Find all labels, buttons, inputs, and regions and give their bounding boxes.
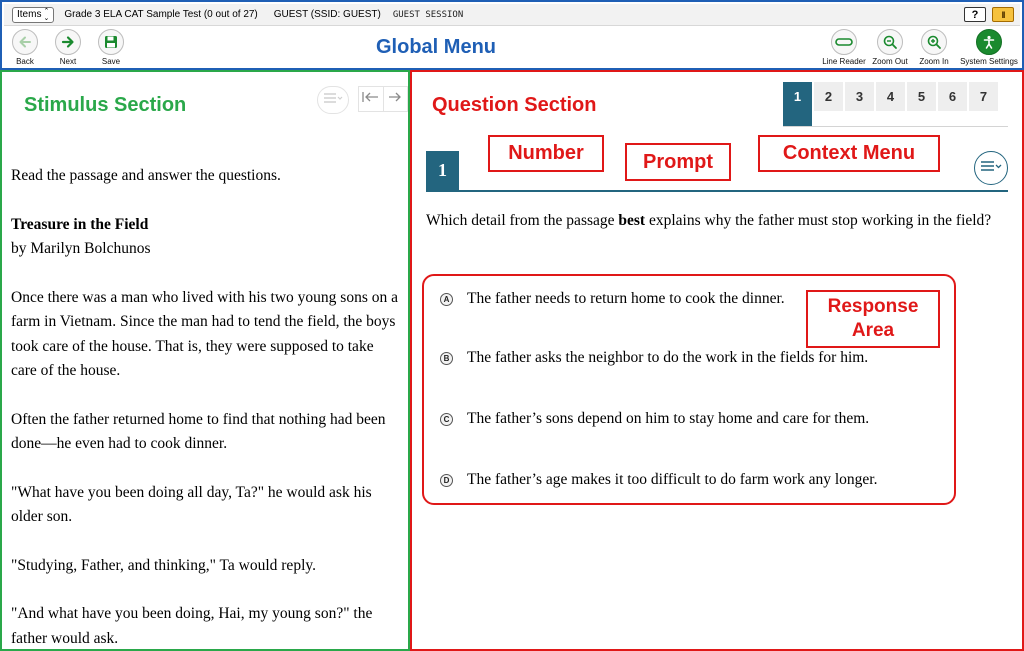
stimulus-passage: Read the passage and answer the question… xyxy=(11,164,403,649)
back-arrow-icon xyxy=(12,29,38,55)
prompt-annotation: Prompt xyxy=(625,143,731,181)
question-prompt: Which detail from the passage best expla… xyxy=(426,208,1008,233)
passage-paragraph: "What have you been doing all day, Ta?" … xyxy=(11,483,372,526)
passage-author: by Marilyn Bolchunos xyxy=(11,240,151,257)
prompt-emphasis: best xyxy=(618,212,646,229)
context-menu-annotation: Context Menu xyxy=(758,135,940,172)
question-context-menu-button[interactable] xyxy=(974,151,1008,185)
answer-option-a[interactable]: A The father needs to return home to coo… xyxy=(440,290,785,308)
tab-question-6[interactable]: 6 xyxy=(938,82,967,111)
number-annotation: Number xyxy=(488,135,604,172)
items-dropdown[interactable]: Items ⌃ ⌄ xyxy=(12,6,55,23)
back-button[interactable]: Back xyxy=(3,29,47,66)
help-button[interactable]: ? xyxy=(964,7,986,22)
question-header-rule xyxy=(426,190,1008,192)
tab-question-4[interactable]: 4 xyxy=(876,82,905,111)
option-radio-a[interactable]: A xyxy=(440,292,453,306)
chevron-updown-icon: ⌃ ⌄ xyxy=(43,7,50,22)
option-text-c: The father’s sons depend on him to stay … xyxy=(467,410,870,427)
global-menu-annotation: Global Menu xyxy=(376,36,496,58)
response-area-annotation: Response Area xyxy=(806,290,940,348)
top-bar: Items ⌃ ⌄ Grade 3 ELA CAT Sample Test (0 … xyxy=(4,4,1020,26)
session-name: GUEST SESSION xyxy=(392,9,464,20)
collapse-left-button[interactable] xyxy=(359,87,383,111)
prompt-text-end: explains why the father must stop workin… xyxy=(645,212,992,229)
stimulus-section-annotation: Stimulus Section xyxy=(24,94,187,116)
option-text-d: The father’s age makes it too difficult … xyxy=(467,471,878,488)
hamburger-menu-icon xyxy=(323,91,343,109)
pause-button[interactable]: II xyxy=(992,7,1014,22)
stimulus-expand-controls xyxy=(358,86,408,112)
tab-question-1[interactable]: 1 xyxy=(783,82,812,127)
next-arrow-icon xyxy=(55,29,81,55)
passage-paragraph: Once there was a man who lived with his … xyxy=(11,288,399,380)
passage-paragraph: "Studying, Father, and thinking," Ta wou… xyxy=(11,556,316,574)
global-menu: Items ⌃ ⌄ Grade 3 ELA CAT Sample Test (0 … xyxy=(0,0,1024,70)
tabs-divider xyxy=(783,126,1008,127)
response-annotation-line1: Response xyxy=(827,296,919,317)
tab-question-7[interactable]: 7 xyxy=(969,82,998,111)
option-radio-b[interactable]: B xyxy=(440,351,453,365)
tab-question-5[interactable]: 5 xyxy=(907,82,936,111)
help-label: ? xyxy=(971,8,979,21)
zoom-in-icon xyxy=(921,29,947,55)
expand-right-button[interactable] xyxy=(382,87,408,111)
stimulus-section: Stimulus Section Read the passage and an… xyxy=(0,70,410,651)
passage-paragraph: "And what have you been doing, Hai, my y… xyxy=(11,605,373,647)
accessibility-icon xyxy=(976,29,1002,55)
answer-option-d[interactable]: D The father’s age makes it too difficul… xyxy=(440,471,878,489)
test-title: Grade 3 ELA CAT Sample Test (0 out of 27… xyxy=(64,9,258,20)
back-label: Back xyxy=(16,57,34,66)
hamburger-menu-icon xyxy=(980,159,1002,177)
system-settings-button[interactable]: System Settings xyxy=(957,29,1021,66)
stimulus-context-menu-button[interactable] xyxy=(317,86,349,114)
guest-name: GUEST (SSID: GUEST) xyxy=(273,9,381,20)
question-section-annotation: Question Section xyxy=(432,94,597,116)
option-radio-c[interactable]: C xyxy=(440,412,453,426)
prompt-text-start: Which detail from the passage xyxy=(426,212,619,229)
pause-icon: II xyxy=(1001,9,1005,20)
save-label: Save xyxy=(101,57,121,66)
next-label: Next xyxy=(59,57,77,66)
passage-paragraph: Often the father returned home to find t… xyxy=(11,410,386,453)
line-reader-icon xyxy=(831,29,857,55)
save-disk-icon xyxy=(98,29,124,55)
zoom-out-icon xyxy=(877,29,903,55)
question-tabs: 1 2 3 4 5 6 7 xyxy=(783,82,998,127)
arrow-left-bar-icon xyxy=(362,90,380,108)
tab-question-2[interactable]: 2 xyxy=(814,82,843,111)
passage-intro: Read the passage and answer the question… xyxy=(11,167,281,184)
zoom-in-label: Zoom In xyxy=(919,57,949,66)
items-dropdown-label: Items xyxy=(17,9,42,20)
question-section: Question Section 1 2 3 4 5 6 7 1 Number … xyxy=(410,70,1024,651)
question-number: 1 xyxy=(426,151,459,190)
next-button[interactable]: Next xyxy=(46,29,90,66)
answer-option-c[interactable]: C The father’s sons depend on him to sta… xyxy=(440,410,869,428)
option-radio-d[interactable]: D xyxy=(440,473,453,487)
system-settings-label: System Settings xyxy=(960,57,1018,66)
option-text-a: The father needs to return home to cook … xyxy=(467,290,785,307)
option-text-b: The father asks the neighbor to do the w… xyxy=(467,349,869,366)
answer-option-b[interactable]: B The father asks the neighbor to do the… xyxy=(440,349,868,367)
passage-title: Treasure in the Field xyxy=(11,215,149,233)
save-button[interactable]: Save xyxy=(89,29,133,66)
response-annotation-line2: Area xyxy=(851,320,895,341)
arrow-right-icon xyxy=(387,90,403,108)
tab-question-3[interactable]: 3 xyxy=(845,82,874,111)
